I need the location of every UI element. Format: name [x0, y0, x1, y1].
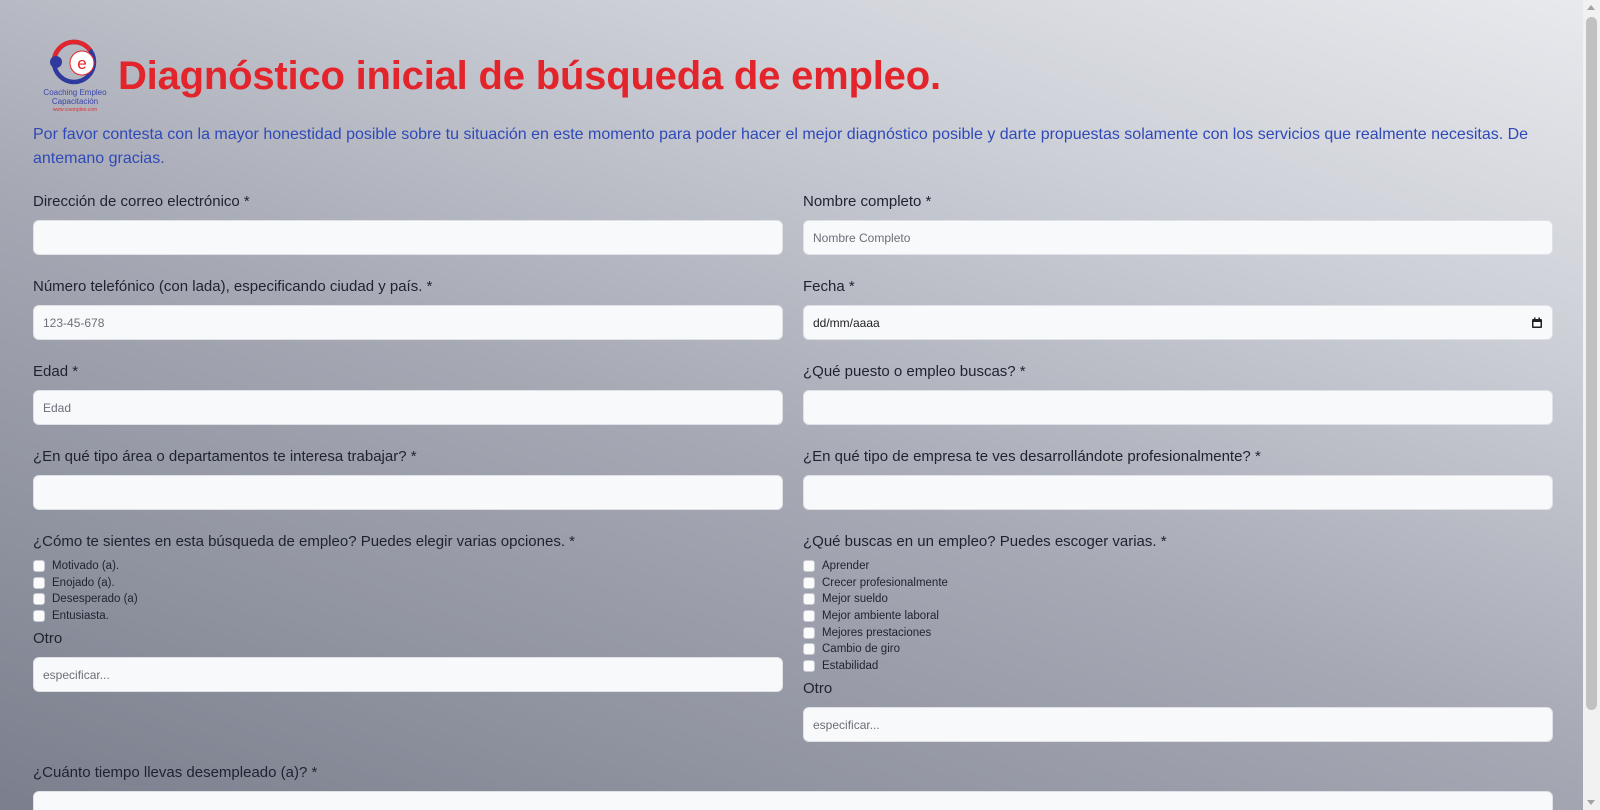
seeking-option[interactable]: Mejor sueldo: [803, 591, 1553, 608]
checkbox[interactable]: [33, 560, 45, 573]
scrollbar-thumb[interactable]: [1586, 17, 1597, 710]
page-title: Diagnóstico inicial de búsqueda de emple…: [118, 53, 941, 98]
logo-text: Coaching Empleo Capacitación: [40, 88, 110, 106]
area-label: ¿En qué tipo área o departamentos te int…: [33, 448, 417, 465]
email-input[interactable]: [33, 220, 783, 255]
feelings-other-label: Otro: [33, 630, 63, 648]
checkbox[interactable]: [33, 610, 45, 623]
age-field-group: Edad * Edad: [33, 363, 783, 425]
logo-text-line1: Coaching Empleo: [43, 88, 107, 97]
feelings-option-label: Entusiasta.: [52, 610, 109, 623]
checkbox[interactable]: [803, 610, 815, 623]
feelings-option[interactable]: Desesperado (a): [33, 591, 783, 608]
seeking-option-label: Mejores prestaciones: [822, 626, 932, 639]
vertical-scrollbar[interactable]: [1583, 0, 1600, 810]
seeking-option-label: Crecer profesionalmente: [822, 576, 948, 589]
checkbox[interactable]: [803, 560, 815, 573]
logo-url: www.coempleo.com: [52, 107, 98, 113]
name-input[interactable]: Nombre Completo: [803, 220, 1553, 255]
unemployed-input[interactable]: [33, 791, 1553, 810]
calendar-icon[interactable]: [1531, 317, 1543, 329]
position-input[interactable]: [803, 390, 1553, 425]
feelings-other-input[interactable]: especificar...: [33, 657, 783, 693]
seeking-option[interactable]: Crecer profesionalmente: [803, 575, 1553, 592]
company-label: ¿En qué tipo de empresa te ves desarroll…: [803, 448, 1261, 465]
scroll-up-arrow-icon[interactable]: [1587, 5, 1595, 10]
checkbox[interactable]: [803, 659, 815, 672]
logo-letter: e: [77, 54, 86, 73]
name-field-group: Nombre completo * Nombre Completo: [803, 193, 1553, 255]
company-input[interactable]: [803, 475, 1553, 510]
seeking-other-label: Otro: [803, 680, 833, 698]
checkbox[interactable]: [803, 626, 815, 639]
page-header: e Coaching Empleo Capacitación www.coemp…: [40, 38, 941, 114]
unemployed-label: ¿Cuánto tiempo llevas desempleado (a)? *: [33, 764, 318, 781]
feelings-option[interactable]: Entusiasta.: [33, 608, 783, 625]
feelings-label: ¿Cómo te sientes en esta búsqueda de emp…: [33, 533, 575, 550]
seeking-options: Aprender Crecer profesionalmente Mejor s…: [803, 558, 1553, 674]
seeking-option[interactable]: Estabilidad: [803, 658, 1553, 675]
unemployed-field-group: ¿Cuánto tiempo llevas desempleado (a)? *: [33, 764, 1553, 810]
area-input[interactable]: [33, 475, 783, 510]
feelings-field-group: ¿Cómo te sientes en esta búsqueda de emp…: [33, 533, 783, 693]
date-input[interactable]: dd/mm/aaaa: [803, 305, 1553, 340]
scroll-down-arrow-icon[interactable]: [1587, 800, 1595, 805]
position-label: ¿Qué puesto o empleo buscas? *: [803, 363, 1026, 380]
feelings-option[interactable]: Enojado (a).: [33, 575, 783, 592]
seeking-option[interactable]: Aprender: [803, 558, 1553, 575]
company-field-group: ¿En qué tipo de empresa te ves desarroll…: [803, 448, 1553, 510]
seeking-option-label: Mejor sueldo: [822, 593, 888, 606]
feelings-option-label: Enojado (a).: [52, 576, 115, 589]
area-field-group: ¿En qué tipo área o departamentos te int…: [33, 448, 783, 510]
seeking-field-group: ¿Qué buscas en un empleo? Puedes escoger…: [803, 533, 1553, 743]
checkbox[interactable]: [803, 643, 815, 656]
seeking-option-label: Mejor ambiente laboral: [822, 610, 939, 623]
phone-field-group: Número telefónico (con lada), especifica…: [33, 278, 783, 340]
logo-text-line2: Capacitación: [51, 97, 99, 106]
position-field-group: ¿Qué puesto o empleo buscas? *: [803, 363, 1553, 425]
feelings-option[interactable]: Motivado (a).: [33, 558, 783, 575]
checkbox[interactable]: [803, 576, 815, 589]
seeking-option-label: Estabilidad: [822, 659, 879, 672]
seeking-option[interactable]: Mejores prestaciones: [803, 624, 1553, 641]
intro-text: Por favor contesta con la mayor honestid…: [33, 126, 1529, 167]
phone-label: Número telefónico (con lada), especifica…: [33, 278, 433, 295]
checkbox[interactable]: [803, 593, 815, 606]
name-label: Nombre completo *: [803, 193, 932, 210]
checkbox[interactable]: [33, 593, 45, 606]
age-label: Edad *: [33, 363, 79, 380]
seeking-option-label: Cambio de giro: [822, 643, 900, 656]
age-input[interactable]: Edad: [33, 390, 783, 425]
checkbox[interactable]: [33, 576, 45, 589]
feelings-option-label: Desesperado (a): [52, 593, 138, 606]
phone-input[interactable]: 123-45-678: [33, 305, 783, 340]
email-label: Dirección de correo electrónico *: [33, 193, 250, 210]
email-field-group: Dirección de correo electrónico *: [33, 193, 783, 255]
feelings-options: Motivado (a). Enojado (a). Desesperado (…: [33, 558, 783, 624]
company-logo: e Coaching Empleo Capacitación www.coemp…: [40, 38, 110, 114]
date-input-value: dd/mm/aaaa: [813, 315, 880, 330]
feelings-option-label: Motivado (a).: [52, 560, 120, 573]
seeking-label: ¿Qué buscas en un empleo? Puedes escoger…: [803, 533, 1167, 550]
date-label: Fecha *: [803, 278, 855, 295]
form-page: e Coaching Empleo Capacitación www.coemp…: [0, 0, 1583, 810]
seeking-other-input[interactable]: especificar...: [803, 707, 1553, 743]
date-field-group: Fecha * dd/mm/aaaa: [803, 278, 1553, 340]
seeking-option-label: Aprender: [822, 560, 870, 573]
seeking-option[interactable]: Cambio de giro: [803, 641, 1553, 658]
seeking-option[interactable]: Mejor ambiente laboral: [803, 608, 1553, 625]
